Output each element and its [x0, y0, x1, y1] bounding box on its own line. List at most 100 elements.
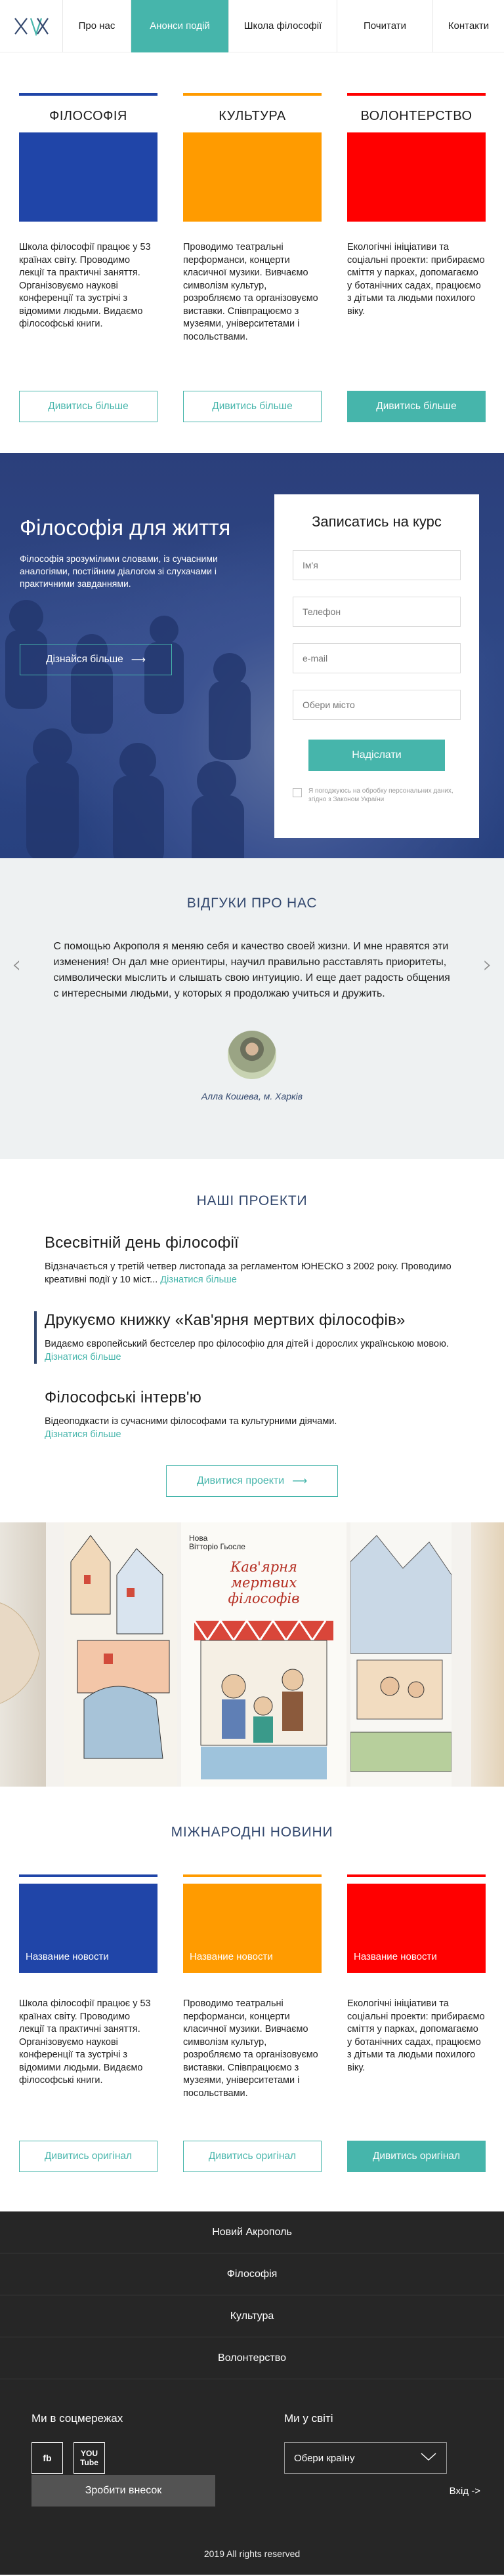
card-volunteering: ВОЛОНТЕРСТВО Екологічні ініціативи та со…	[347, 93, 486, 422]
card-image[interactable]	[183, 132, 322, 222]
footer: Новий Акрополь Філософія Культура Волонт…	[0, 2211, 504, 2575]
project-title[interactable]: Всесвітній день філософії	[45, 1234, 459, 1252]
card-title: ВОЛОНТЕРСТВО	[360, 109, 472, 123]
city-field[interactable]: Обери місто	[293, 690, 461, 720]
book-title: Кав'ярня мертвих філософів	[228, 1559, 300, 1606]
nav-item-about[interactable]: Про нас	[62, 0, 131, 52]
card-accent-bar	[19, 1874, 158, 1877]
project-text: Видаємо європейський бестселер про філос…	[45, 1338, 459, 1364]
news-text: Школа філософії працює у 53 країнах світ…	[19, 1998, 151, 2086]
project-text: Відзначається у третій четвер листопада …	[45, 1260, 459, 1286]
news-label: Название новости	[26, 1951, 109, 1962]
signup-form: Записатись на курс Ім'я Телефон e-mail О…	[274, 494, 479, 838]
nav-item-school[interactable]: Школа філософії	[228, 0, 337, 52]
news-image[interactable]: Название новости	[19, 1884, 158, 1973]
name-field[interactable]: Ім'я	[293, 550, 461, 580]
reviews-section: ВІДГУКИ ПРО НАС ‹ › С помощью Акрополя я…	[0, 858, 504, 1159]
card-accent-bar	[183, 93, 322, 96]
book-gallery: Нова Вітторіо Гьосле Кав'ярня мертвих фі…	[0, 1522, 504, 1787]
form-title: Записатись на курс	[312, 513, 442, 530]
logo-icon	[14, 17, 49, 36]
more-button[interactable]: Дивитись більше	[347, 391, 486, 422]
footer-link-volunteering[interactable]: Волонтерство	[0, 2337, 504, 2379]
logo[interactable]	[0, 16, 62, 36]
projects-title: НАШІ ПРОЕКТИ	[196, 1193, 308, 1208]
projects-list: Всесвітній день філософії Відзначається …	[0, 1234, 504, 1441]
book-author: Нова Вітторіо Гьосле	[189, 1534, 245, 1551]
hero-title: Філософія для життя	[20, 515, 231, 540]
card-title: ФІЛОСОФІЯ	[49, 109, 127, 123]
nav-item-read[interactable]: Почитати	[337, 0, 432, 52]
consent-checkbox[interactable]	[293, 788, 302, 797]
news-card: Название новости Екологічні ініціативи т…	[347, 1874, 486, 2172]
view-projects-button[interactable]: Дивитися проекти ⟶	[166, 1465, 338, 1497]
news-label: Название новости	[354, 1951, 437, 1962]
card-accent-bar	[183, 1874, 322, 1877]
gallery-illustration[interactable]	[64, 1522, 177, 1787]
youtube-icon[interactable]: YOU Tube	[74, 2442, 105, 2474]
project-more-link[interactable]: Дізнатися більше	[45, 1352, 121, 1362]
news-card: Название новости Проводимо театральні пе…	[183, 1874, 322, 2172]
card-image[interactable]	[19, 132, 158, 222]
projects-section: НАШІ ПРОЕКТИ Всесвітній день філософії В…	[0, 1159, 504, 1497]
footer-link-culture[interactable]: Культура	[0, 2295, 504, 2337]
donate-button[interactable]: Зробити внесок	[32, 2475, 215, 2507]
news-image[interactable]: Название новости	[347, 1884, 486, 1973]
world-column: Ми у світі Обери країну	[284, 2412, 447, 2526]
view-original-button[interactable]: Дивитись оригінал	[183, 2141, 322, 2172]
footer-link-philosophy[interactable]: Філософія	[0, 2253, 504, 2295]
card-title: КУЛЬТУРА	[219, 109, 286, 123]
project-more-link[interactable]: Дізнатися більше	[45, 1429, 121, 1440]
footer-menu: Новий Акрополь Філософія Культура Волонт…	[0, 2211, 504, 2379]
chevron-right-icon[interactable]: ›	[483, 951, 492, 978]
facebook-icon[interactable]: fb	[32, 2442, 63, 2474]
project-title[interactable]: Друкуємо книжку «Кав'ярня мертвих філосо…	[45, 1311, 459, 1330]
login-link[interactable]: Вхід ->	[450, 2486, 480, 2497]
card-image[interactable]	[347, 132, 486, 222]
project-text: Відеоподкасти із сучасними філософами та…	[45, 1415, 459, 1441]
news-cards: Название новости Школа філософії працює …	[0, 1840, 504, 2172]
social-title: Ми в соцмережах	[32, 2412, 123, 2425]
consent-text: Я погоджуюсь на обробку персональних дан…	[308, 787, 453, 803]
nav-item-contacts[interactable]: Контакти	[432, 0, 504, 52]
gallery-image-left[interactable]	[0, 1522, 46, 1787]
news-text: Екологічні ініціативи та соціальні проек…	[347, 1998, 485, 2073]
chevron-left-icon[interactable]: ‹	[12, 951, 21, 978]
project-description: Відеоподкасти із сучасними філософами та…	[45, 1416, 337, 1427]
news-text: Проводимо театральні перформанси, концер…	[183, 1998, 318, 2099]
project-more-link[interactable]: Дізнатися більше	[160, 1275, 237, 1285]
footer-link-acropolis[interactable]: Новий Акрополь	[0, 2211, 504, 2253]
submit-button[interactable]: Надіслати	[308, 740, 445, 771]
card-accent-bar	[347, 1874, 486, 1877]
direction-cards: ФІЛОСОФІЯ Школа філософії працює у 53 кр…	[0, 52, 504, 422]
country-select[interactable]: Обери країну	[284, 2442, 447, 2474]
email-field[interactable]: e-mail	[293, 643, 461, 673]
gallery-image-right[interactable]	[471, 1522, 504, 1787]
hero-section: Філософія для життя Філософія зрозумілим…	[0, 453, 504, 858]
nav-item-events[interactable]: Анонси подій	[131, 0, 228, 52]
review-text: С помощью Акрополя я меняю себя и качест…	[53, 941, 450, 999]
hero-subtitle: Філософія зрозумілими словами, із сучасн…	[20, 553, 218, 589]
more-button[interactable]: Дивитись більше	[19, 391, 158, 422]
news-label: Название новости	[190, 1951, 273, 1962]
book-cover[interactable]: Нова Вітторіо Гьосле Кав'ярня мертвих фі…	[181, 1522, 346, 1787]
learn-more-button[interactable]: Дізнайся більше ⟶	[20, 644, 172, 675]
view-projects-label: Дивитися проекти	[196, 1475, 285, 1486]
card-philosophy: ФІЛОСОФІЯ Школа філософії працює у 53 кр…	[19, 93, 158, 422]
news-section: МІЖНАРОДНІ НОВИНИ Название новости Школа…	[0, 1787, 504, 2172]
card-text: Школа філософії працює у 53 країнах світ…	[19, 242, 151, 329]
project-item: Друкуємо книжку «Кав'ярня мертвих філосо…	[34, 1311, 459, 1364]
project-description: Видаємо європейський бестселер про філос…	[45, 1339, 449, 1349]
project-item: Філософські інтерв'ю Відеоподкасти із су…	[45, 1389, 459, 1441]
news-image[interactable]: Название новости	[183, 1884, 322, 1973]
news-card: Название новости Школа філософії працює …	[19, 1874, 158, 2172]
gallery-illustration-2[interactable]	[350, 1522, 452, 1787]
phone-field[interactable]: Телефон	[293, 597, 461, 627]
more-button[interactable]: Дивитись більше	[183, 391, 322, 422]
arrow-right-icon: ⟶	[292, 1476, 308, 1487]
view-original-button[interactable]: Дивитись оригінал	[19, 2141, 158, 2172]
reviewer-name: Алла Кошева, м. Харків	[201, 1091, 303, 1101]
project-title[interactable]: Філософські інтерв'ю	[45, 1389, 459, 1407]
view-original-button[interactable]: Дивитись оригінал	[347, 2141, 486, 2172]
arrow-right-icon: ⟶	[131, 654, 146, 665]
